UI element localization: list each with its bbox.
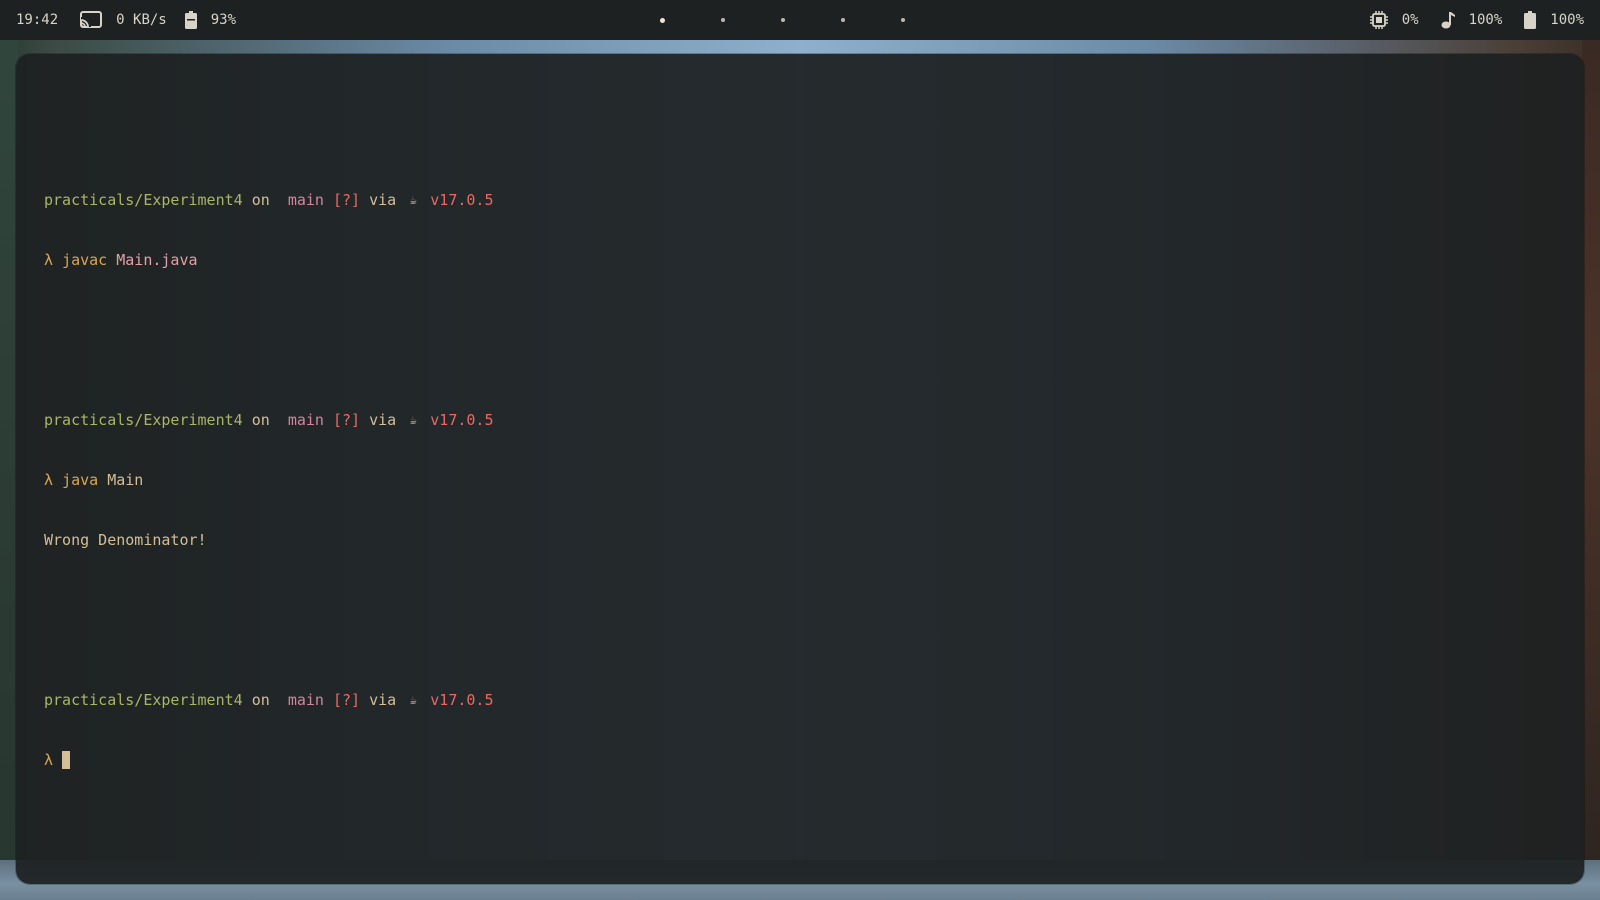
git-status: [?] bbox=[333, 411, 361, 429]
clock[interactable]: 19:42 bbox=[16, 12, 58, 28]
java-version: v17.0.5 bbox=[430, 691, 494, 709]
cast-icon bbox=[80, 11, 103, 29]
battery-level-right: 100% bbox=[1550, 12, 1584, 28]
network-indicator[interactable]: 0 KB/s bbox=[80, 11, 167, 29]
prompt-lambda: λ bbox=[44, 751, 54, 769]
java-version: v17.0.5 bbox=[430, 191, 494, 209]
command: java bbox=[62, 471, 99, 489]
git-branch: main bbox=[287, 191, 324, 209]
git-status: [?] bbox=[333, 691, 361, 709]
command-line: λ java Main bbox=[44, 470, 494, 490]
prompt-line: practicals/Experiment4 on main [?] via ☕… bbox=[44, 410, 494, 430]
terminal-window[interactable]: practicals/Experiment4 on main [?] via ☕… bbox=[16, 54, 1584, 884]
terminal-cursor[interactable] bbox=[62, 751, 71, 769]
wallpaper-right-edge bbox=[1582, 40, 1600, 900]
prompt-via: via bbox=[369, 411, 397, 429]
java-icon: ☕ bbox=[409, 693, 417, 707]
prompt-lambda: λ bbox=[44, 471, 54, 489]
program-output: Wrong Denominator! bbox=[44, 530, 494, 550]
command: javac bbox=[62, 251, 108, 269]
battery-indicator-left[interactable]: 93% bbox=[184, 11, 237, 29]
volume-level: 100% bbox=[1468, 12, 1503, 28]
prompt-line: practicals/Experiment4 on main [?] via ☕… bbox=[44, 690, 494, 710]
workspace-5[interactable] bbox=[901, 18, 905, 22]
output-text: Wrong Denominator! bbox=[44, 531, 207, 549]
git-branch: main bbox=[287, 411, 324, 429]
command-line[interactable]: λ bbox=[44, 750, 494, 770]
music-note-icon bbox=[1441, 11, 1455, 29]
network-speed: 0 KB/s bbox=[116, 12, 167, 28]
prompt-via: via bbox=[369, 691, 397, 709]
workspace-switcher bbox=[660, 0, 961, 40]
workspace-1[interactable] bbox=[660, 17, 665, 23]
battery-full-icon bbox=[1524, 11, 1537, 29]
status-bar-right: 0% 100% 100% bbox=[1369, 0, 1584, 40]
cpu-usage: 0% bbox=[1401, 12, 1419, 28]
prompt-path: practicals/Experiment4 bbox=[44, 411, 243, 429]
cpu-icon bbox=[1369, 11, 1388, 29]
cpu-indicator[interactable]: 0% bbox=[1369, 11, 1419, 29]
workspace-3[interactable] bbox=[781, 18, 785, 22]
prompt-lambda: λ bbox=[44, 251, 54, 269]
prompt-on: on bbox=[251, 191, 270, 209]
git-status: [?] bbox=[333, 191, 361, 209]
workspace-4[interactable] bbox=[841, 18, 845, 22]
java-icon: ☕ bbox=[409, 413, 417, 427]
status-bar: 19:42 0 KB/s 93% 0% 100% 100% bbox=[0, 0, 1600, 40]
command-argument: Main bbox=[107, 471, 144, 489]
battery-icon bbox=[184, 11, 197, 29]
git-branch: main bbox=[287, 691, 324, 709]
java-icon: ☕ bbox=[409, 193, 417, 207]
prompt-on: on bbox=[251, 411, 270, 429]
command-line: λ javac Main.java bbox=[44, 250, 494, 270]
prompt-path: practicals/Experiment4 bbox=[44, 691, 243, 709]
prompt-path: practicals/Experiment4 bbox=[44, 191, 243, 209]
battery-indicator-right[interactable]: 100% bbox=[1524, 11, 1584, 29]
volume-indicator[interactable]: 100% bbox=[1441, 11, 1503, 29]
workspace-2[interactable] bbox=[721, 18, 725, 22]
terminal-output: practicals/Experiment4 on main [?] via ☕… bbox=[44, 110, 494, 830]
status-bar-left: 19:42 0 KB/s 93% bbox=[16, 0, 236, 40]
java-version: v17.0.5 bbox=[430, 411, 494, 429]
prompt-via: via bbox=[369, 191, 397, 209]
battery-level-left: 93% bbox=[210, 12, 237, 28]
prompt-on: on bbox=[251, 691, 270, 709]
command-argument: Main.java bbox=[116, 251, 198, 269]
prompt-line: practicals/Experiment4 on main [?] via ☕… bbox=[44, 190, 494, 210]
